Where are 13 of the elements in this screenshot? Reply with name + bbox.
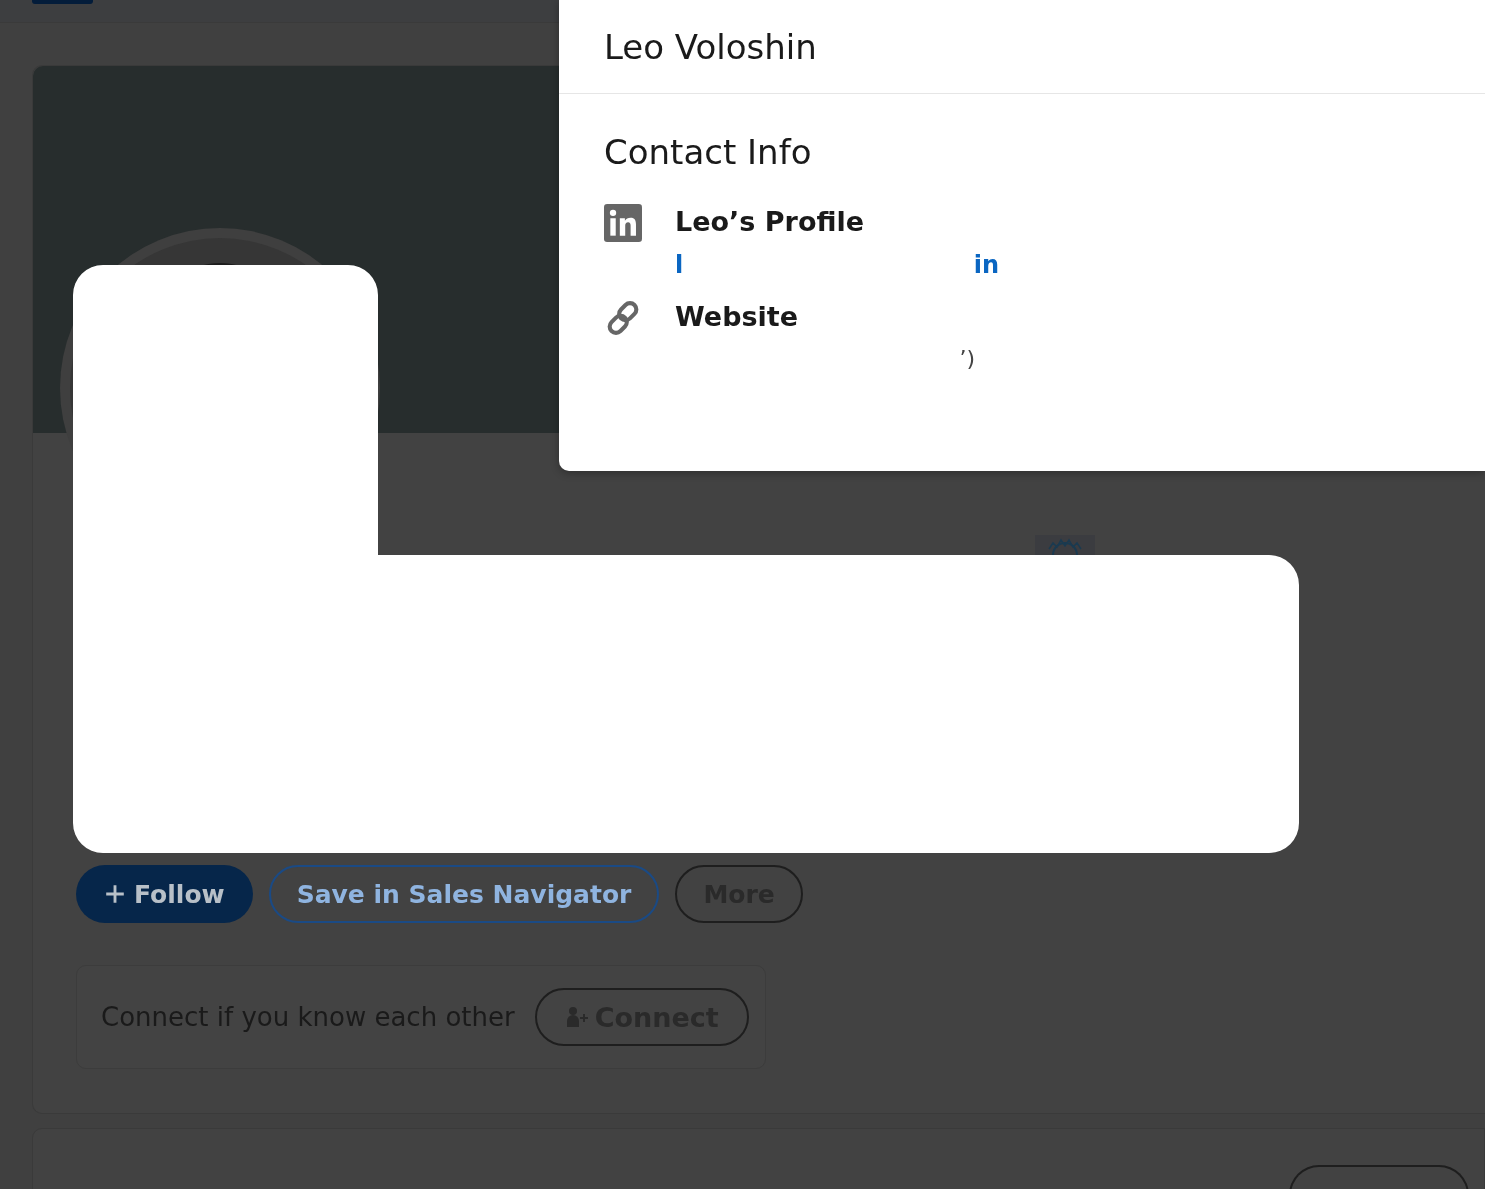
plus-icon xyxy=(104,883,126,905)
save-button[interactable]: Save in Sales Navigator xyxy=(268,865,660,923)
follow-button[interactable]: Follow xyxy=(76,865,253,923)
contact-label: Website xyxy=(675,301,798,332)
section-title: Contact Info xyxy=(604,132,812,172)
website-link[interactable]: ’) xyxy=(959,346,975,371)
nav-tab[interactable] xyxy=(32,0,93,4)
add-person-icon xyxy=(564,1005,589,1029)
dialog-title: Leo Voloshin xyxy=(604,26,817,67)
linkedin-icon xyxy=(604,204,642,242)
profile-link[interactable]: l xyxy=(675,251,684,279)
profile-link[interactable]: in xyxy=(973,251,999,279)
contact-label: Leo’s Profile xyxy=(675,206,865,237)
